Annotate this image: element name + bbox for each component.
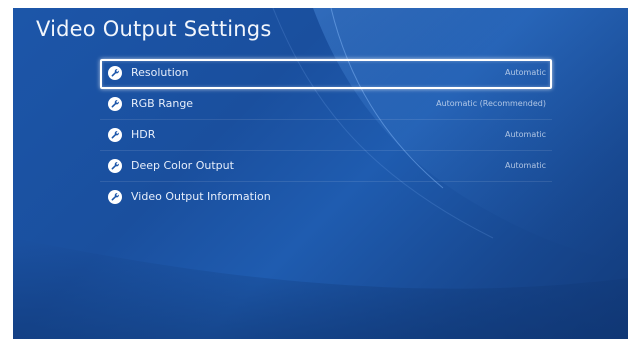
- wrench-icon: [108, 159, 122, 173]
- menu-item-resolution[interactable]: Resolution Automatic: [100, 59, 552, 89]
- menu-item-label: RGB Range: [131, 97, 194, 110]
- menu-item-value: Automatic: [504, 130, 546, 139]
- menu-item-label: Video Output Information: [131, 190, 271, 203]
- menu-item-hdr[interactable]: HDR Automatic: [100, 121, 552, 151]
- wrench-icon: [108, 128, 122, 142]
- menu-item-video-output-information[interactable]: Video Output Information: [100, 183, 552, 213]
- wrench-icon: [108, 190, 122, 204]
- page-title: Video Output Settings: [36, 17, 272, 41]
- menu-item-label: Resolution: [131, 66, 189, 79]
- menu-item-value: Automatic: [504, 68, 546, 77]
- wrench-icon: [108, 66, 122, 80]
- menu-item-value: Automatic: [504, 161, 546, 170]
- wrench-icon: [108, 97, 122, 111]
- menu-item-deep-color-output[interactable]: Deep Color Output Automatic: [100, 152, 552, 182]
- settings-menu-list: Resolution Automatic RGB Range Automatic…: [100, 59, 552, 214]
- settings-screen: Video Output Settings Resolution Automat…: [13, 8, 628, 339]
- menu-item-rgb-range[interactable]: RGB Range Automatic (Recommended): [100, 90, 552, 120]
- menu-item-label: Deep Color Output: [131, 159, 234, 172]
- menu-item-value: Automatic (Recommended): [436, 99, 546, 108]
- menu-item-label: HDR: [131, 128, 156, 141]
